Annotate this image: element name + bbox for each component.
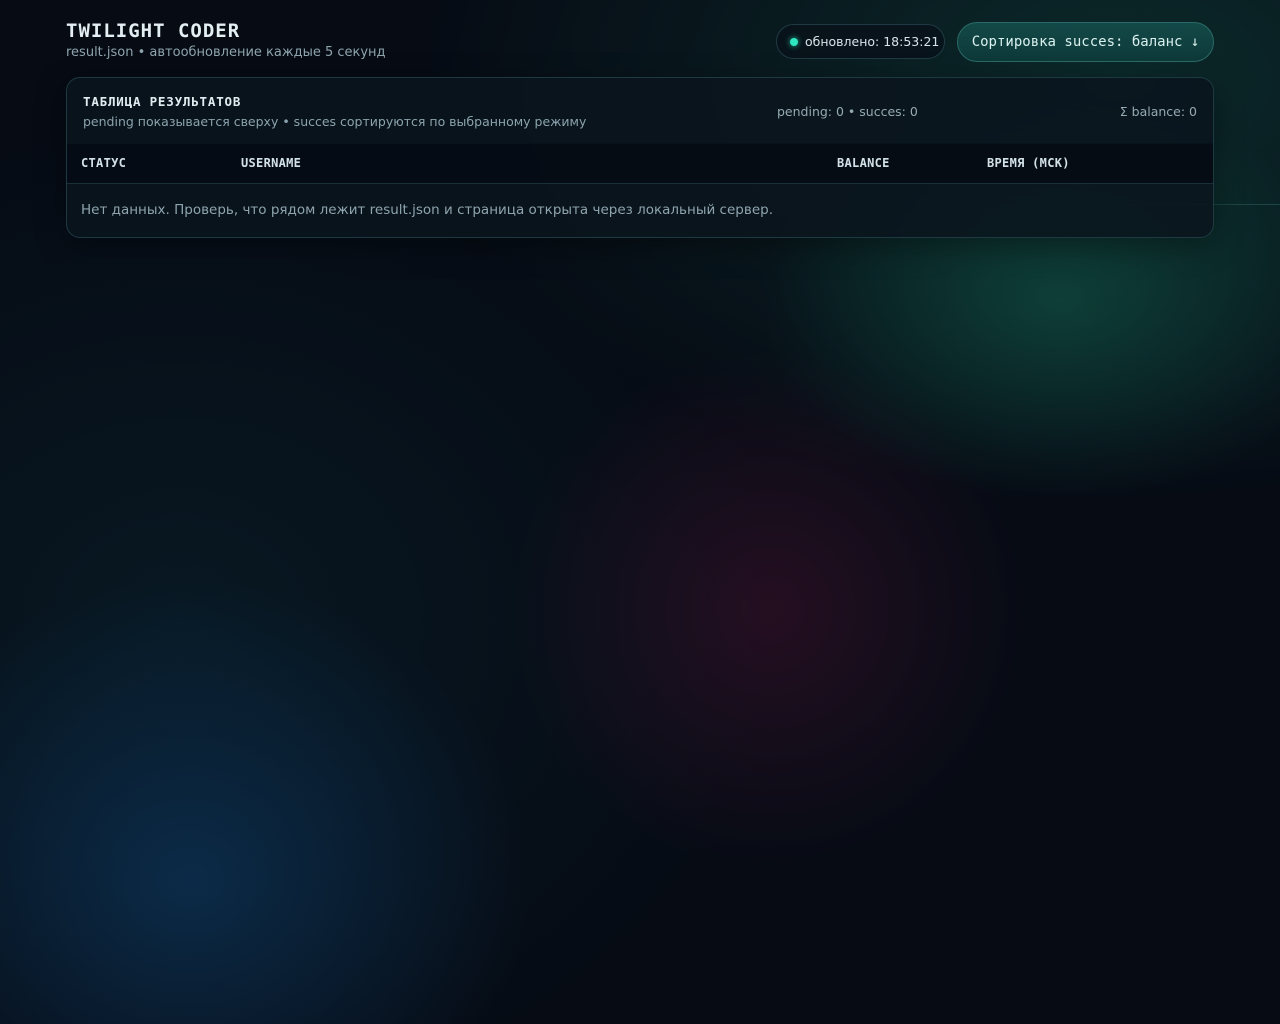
balance-total: Σ balance: 0: [1119, 104, 1197, 119]
results-panel-title: ТАБЛИЦА РЕЗУЛЬТАТОВ: [83, 94, 242, 109]
app-title: TWILIGHT CODER: [66, 20, 241, 42]
sort-mode-button[interactable]: Сортировка succes: баланс ↓: [957, 22, 1214, 62]
live-status-dot-icon: [790, 37, 798, 46]
column-header-username[interactable]: USERNAME: [241, 156, 301, 170]
results-table-header: СТАТУС USERNAME BALANCE ВРЕМЯ (МСК): [67, 143, 1213, 184]
last-updated-badge: обновлено: 18:53:21: [776, 24, 945, 59]
empty-state-message: Нет данных. Проверь, что рядом лежит res…: [81, 202, 773, 218]
empty-state-row: Нет данных. Проверь, что рядом лежит res…: [67, 184, 1213, 237]
status-counts: pending: 0 • succes: 0: [777, 104, 918, 119]
column-header-time[interactable]: ВРЕМЯ (МСК): [987, 156, 1070, 170]
results-panel: ТАБЛИЦА РЕЗУЛЬТАТОВ pending показывается…: [66, 77, 1214, 238]
column-header-balance[interactable]: BALANCE: [837, 156, 890, 170]
results-panel-header: ТАБЛИЦА РЕЗУЛЬТАТОВ pending показывается…: [67, 78, 1213, 144]
results-panel-subtitle: pending показывается сверху • succes сор…: [83, 114, 587, 129]
top-bar: TWILIGHT CODER result.json • автообновле…: [66, 20, 1214, 64]
column-header-status[interactable]: СТАТУС: [81, 156, 126, 170]
last-updated-text: обновлено: 18:53:21: [805, 34, 940, 49]
app-subtitle: result.json • автообновление каждые 5 се…: [66, 45, 386, 60]
